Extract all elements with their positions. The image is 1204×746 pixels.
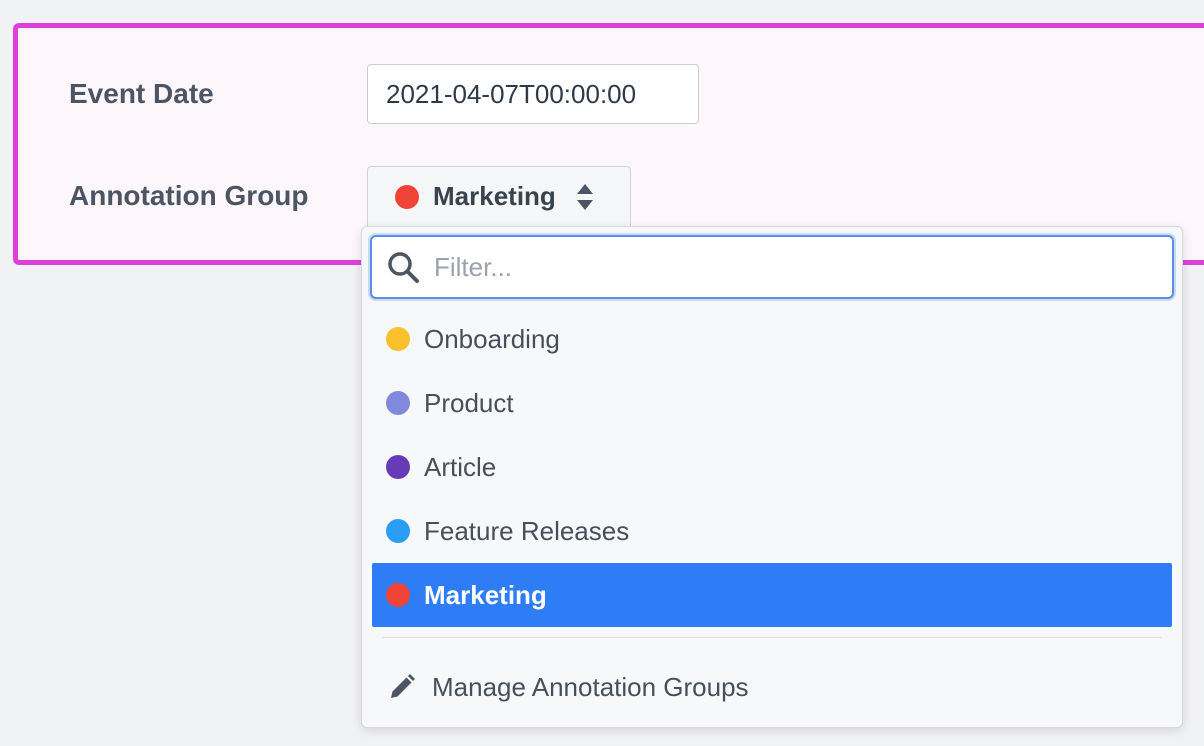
option-product[interactable]: Product	[372, 371, 1172, 435]
manage-annotation-groups-label: Manage Annotation Groups	[432, 671, 749, 702]
filter-input[interactable]	[432, 250, 1136, 284]
option-label: Product	[424, 387, 514, 418]
option-label: Onboarding	[424, 323, 560, 354]
annotation-group-select[interactable]: Marketing	[367, 166, 631, 226]
option-color-dot	[386, 391, 410, 415]
selected-group-label: Marketing	[433, 181, 556, 211]
option-color-dot	[386, 583, 410, 607]
selected-group-color-dot	[395, 184, 419, 209]
option-marketing[interactable]: Marketing	[372, 563, 1172, 627]
option-feature-releases[interactable]: Feature Releases	[372, 499, 1172, 563]
sort-icon	[576, 182, 594, 212]
filter-field[interactable]	[370, 235, 1174, 299]
option-color-dot	[386, 455, 410, 479]
option-article[interactable]: Article	[372, 435, 1172, 499]
annotation-group-label: Annotation Group	[69, 180, 309, 211]
search-icon	[386, 250, 420, 284]
event-date-input[interactable]	[367, 64, 699, 124]
option-label: Article	[424, 451, 497, 482]
dropdown-divider	[382, 637, 1162, 638]
option-color-dot	[386, 327, 410, 351]
event-date-label: Event Date	[69, 78, 214, 109]
option-color-dot	[386, 519, 410, 543]
annotation-group-dropdown: Onboarding Product Article Feature Relea…	[361, 226, 1183, 728]
option-label: Marketing	[424, 579, 547, 610]
option-label: Feature Releases	[424, 515, 630, 546]
option-onboarding[interactable]: Onboarding	[372, 307, 1172, 371]
manage-annotation-groups-link[interactable]: Manage Annotation Groups	[372, 657, 1172, 717]
pencil-icon	[388, 673, 416, 701]
